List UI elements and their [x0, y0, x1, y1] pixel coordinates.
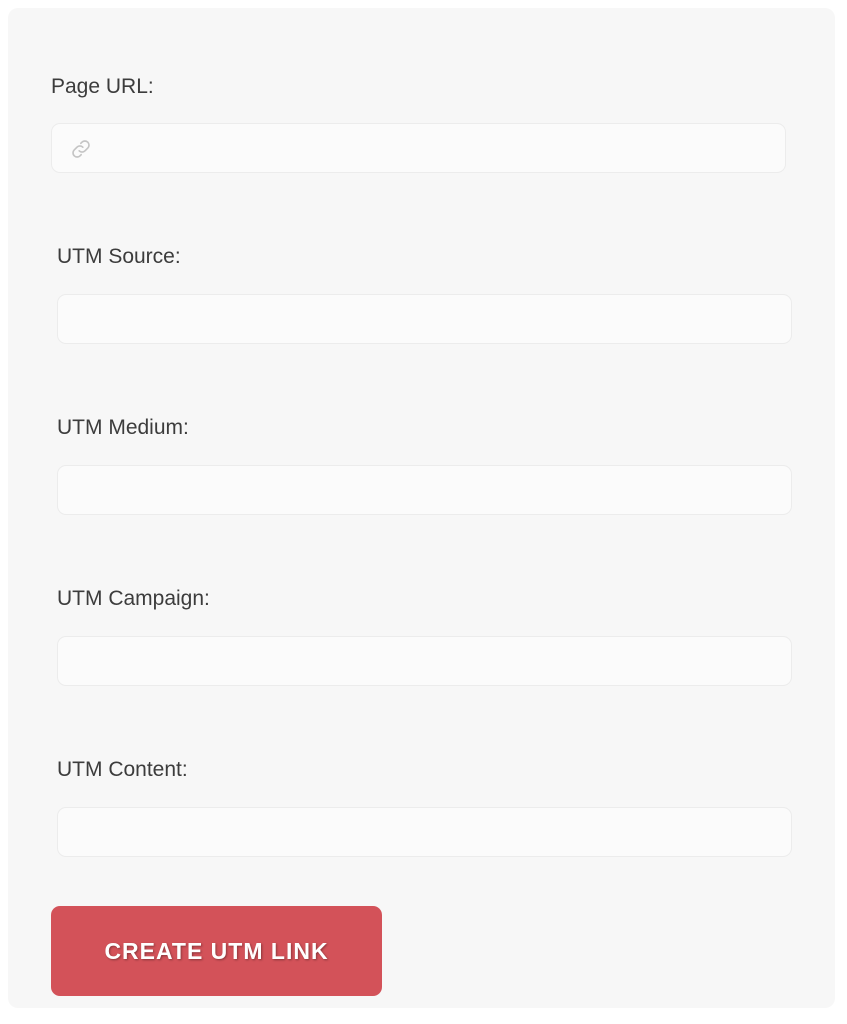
- utm-medium-input[interactable]: [58, 466, 791, 514]
- utm-source-field[interactable]: [57, 294, 792, 344]
- utm-source-label: UTM Source:: [57, 245, 181, 268]
- page-url-input[interactable]: [52, 124, 785, 172]
- utm-campaign-field[interactable]: [57, 636, 792, 686]
- utm-campaign-input[interactable]: [58, 637, 791, 685]
- utm-campaign-label: UTM Campaign:: [57, 587, 210, 610]
- utm-medium-field[interactable]: [57, 465, 792, 515]
- utm-content-field[interactable]: [57, 807, 792, 857]
- page-url-field[interactable]: [51, 123, 786, 173]
- create-utm-link-button[interactable]: CREATE UTM LINK: [51, 906, 382, 996]
- utm-source-input[interactable]: [58, 295, 791, 343]
- utm-content-input[interactable]: [58, 808, 791, 856]
- utm-medium-label: UTM Medium:: [57, 416, 189, 439]
- utm-content-label: UTM Content:: [57, 758, 188, 781]
- page-url-label: Page URL:: [51, 75, 154, 98]
- link-icon: [72, 140, 90, 158]
